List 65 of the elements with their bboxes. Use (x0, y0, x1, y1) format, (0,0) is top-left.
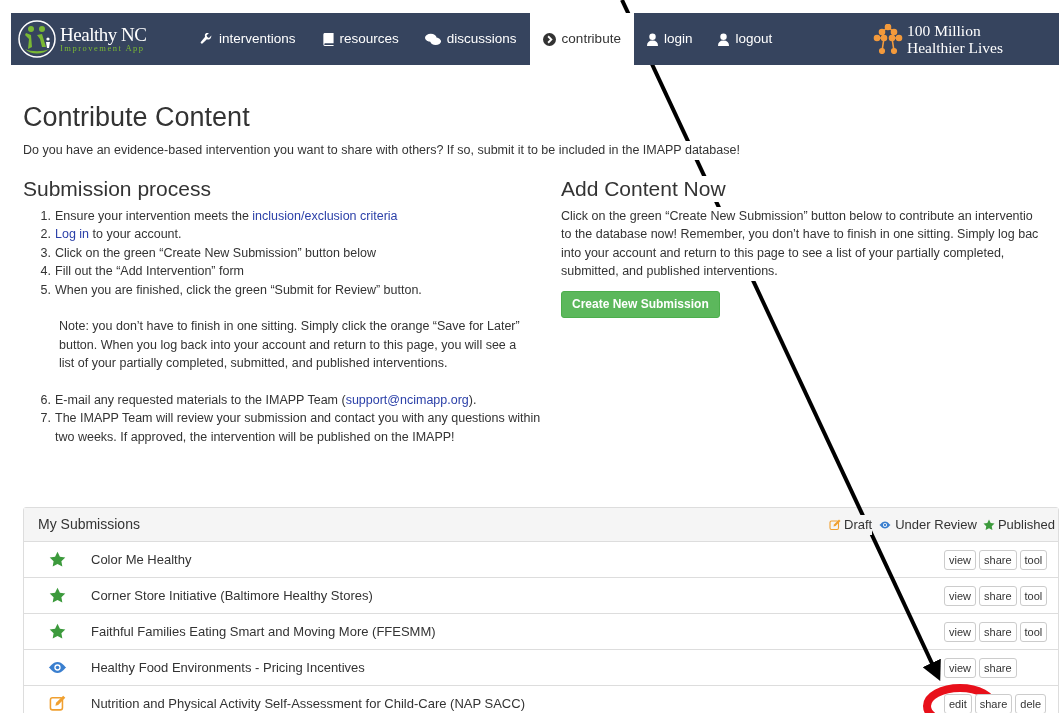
app-subtitle: Improvement App (60, 44, 146, 53)
legend-label: Under Review (895, 516, 977, 534)
action-button[interactable]: share (979, 657, 1017, 678)
app-name: Healthy NC (60, 25, 147, 45)
action-button[interactable]: view (944, 657, 976, 678)
submission-title: Healthy Food Environments - Pricing Incentives (91, 659, 366, 677)
edit-icon (49, 695, 66, 713)
submission-title: Faithful Families Eating Smart and Moving More (FFESMM) (91, 623, 437, 641)
step-text: Fill out the “Add Intervention” form (55, 263, 244, 281)
tree-network-icon (873, 24, 903, 54)
action-button[interactable]: share (979, 621, 1017, 642)
step-text: Click on the green “Create New Submission” button below (55, 244, 376, 262)
step-number: 1. (39, 207, 52, 225)
page-title: Contribute Content (23, 101, 251, 133)
intro-text: Do you have an evidence-based intervention you want to share with others? If so, submit it to be included in the IMAPP database! (23, 141, 740, 160)
step-number: 3. (39, 244, 52, 262)
note-text: Note: you don’t have to finish in one sitting. Simply click the orange “Save for Later” button. When you log back into your account and return to this page, you will see a list of your partially completed, submitted, and published interventions. (58, 318, 521, 373)
action-button[interactable]: tool (1019, 585, 1048, 606)
step-number: 7. (39, 410, 52, 428)
wrench-icon (200, 32, 213, 46)
action-button[interactable]: view (944, 549, 976, 570)
chevron-circle-icon (542, 32, 556, 46)
action-button[interactable]: tool (1019, 549, 1048, 570)
user-icon (718, 32, 730, 46)
submission-title: Nutrition and Physical Activity Self-Assessment for Child-Care (NAP SACC) (91, 695, 526, 713)
logo-icon (17, 19, 57, 59)
star-icon (49, 587, 66, 605)
action-button[interactable]: view (944, 585, 976, 606)
action-button[interactable]: share (979, 585, 1017, 606)
user-icon (646, 32, 658, 46)
step-text: The IMAPP Team will review your submission and contact you with any questions within two weeks. If approved, the intervention will be published on the IMAPP! (55, 410, 542, 446)
star-icon (49, 623, 66, 641)
nav-tab[interactable]: contribute (529, 13, 634, 65)
step-number: 6. (39, 391, 52, 409)
legend-label: Draft (844, 516, 873, 534)
legend-label: Published (997, 516, 1055, 534)
text-link[interactable]: inclusion/exclusion criteria (252, 208, 398, 223)
step-number: 5. (39, 281, 52, 299)
step-text: When you are finished, click the green “Submit for Review” button. (55, 281, 422, 299)
submission-title: Color Me Healthy (91, 551, 193, 569)
partner-line: 100 Million (907, 22, 982, 39)
text-link[interactable]: Log in (55, 227, 90, 242)
book-icon (321, 32, 334, 46)
text-link[interactable]: support@ncimapp.org (345, 392, 469, 407)
step-text: E-mail any requested materials to the IMAPP Team (support@ncimapp.org). (55, 391, 477, 409)
panel-title: My Submissions (38, 515, 141, 535)
action-button[interactable]: edit (944, 693, 972, 713)
star-icon (49, 551, 66, 569)
section-heading: Submission process (23, 175, 212, 202)
star-icon (982, 518, 995, 531)
action-button[interactable]: share (979, 549, 1017, 570)
edit-icon (829, 518, 842, 531)
chat-bubbles-icon (424, 32, 441, 46)
submission-title: Corner Store Initiative (Baltimore Healthy Stores) (91, 587, 374, 605)
step-text: Log in to your account. (55, 226, 182, 244)
action-button[interactable]: dele (1015, 693, 1047, 713)
action-button[interactable]: tool (1019, 621, 1048, 642)
action-button[interactable]: view (944, 621, 976, 642)
action-button[interactable]: share (974, 693, 1013, 713)
step-number: 4. (39, 263, 52, 281)
eye-icon (48, 661, 67, 675)
step-number: 2. (39, 226, 52, 244)
step-text: Ensure your intervention meets the inclusion/exclusion criteria (55, 207, 398, 225)
partner-line: Healthier Lives (907, 39, 1003, 56)
section-heading: Add Content Now (561, 175, 726, 202)
